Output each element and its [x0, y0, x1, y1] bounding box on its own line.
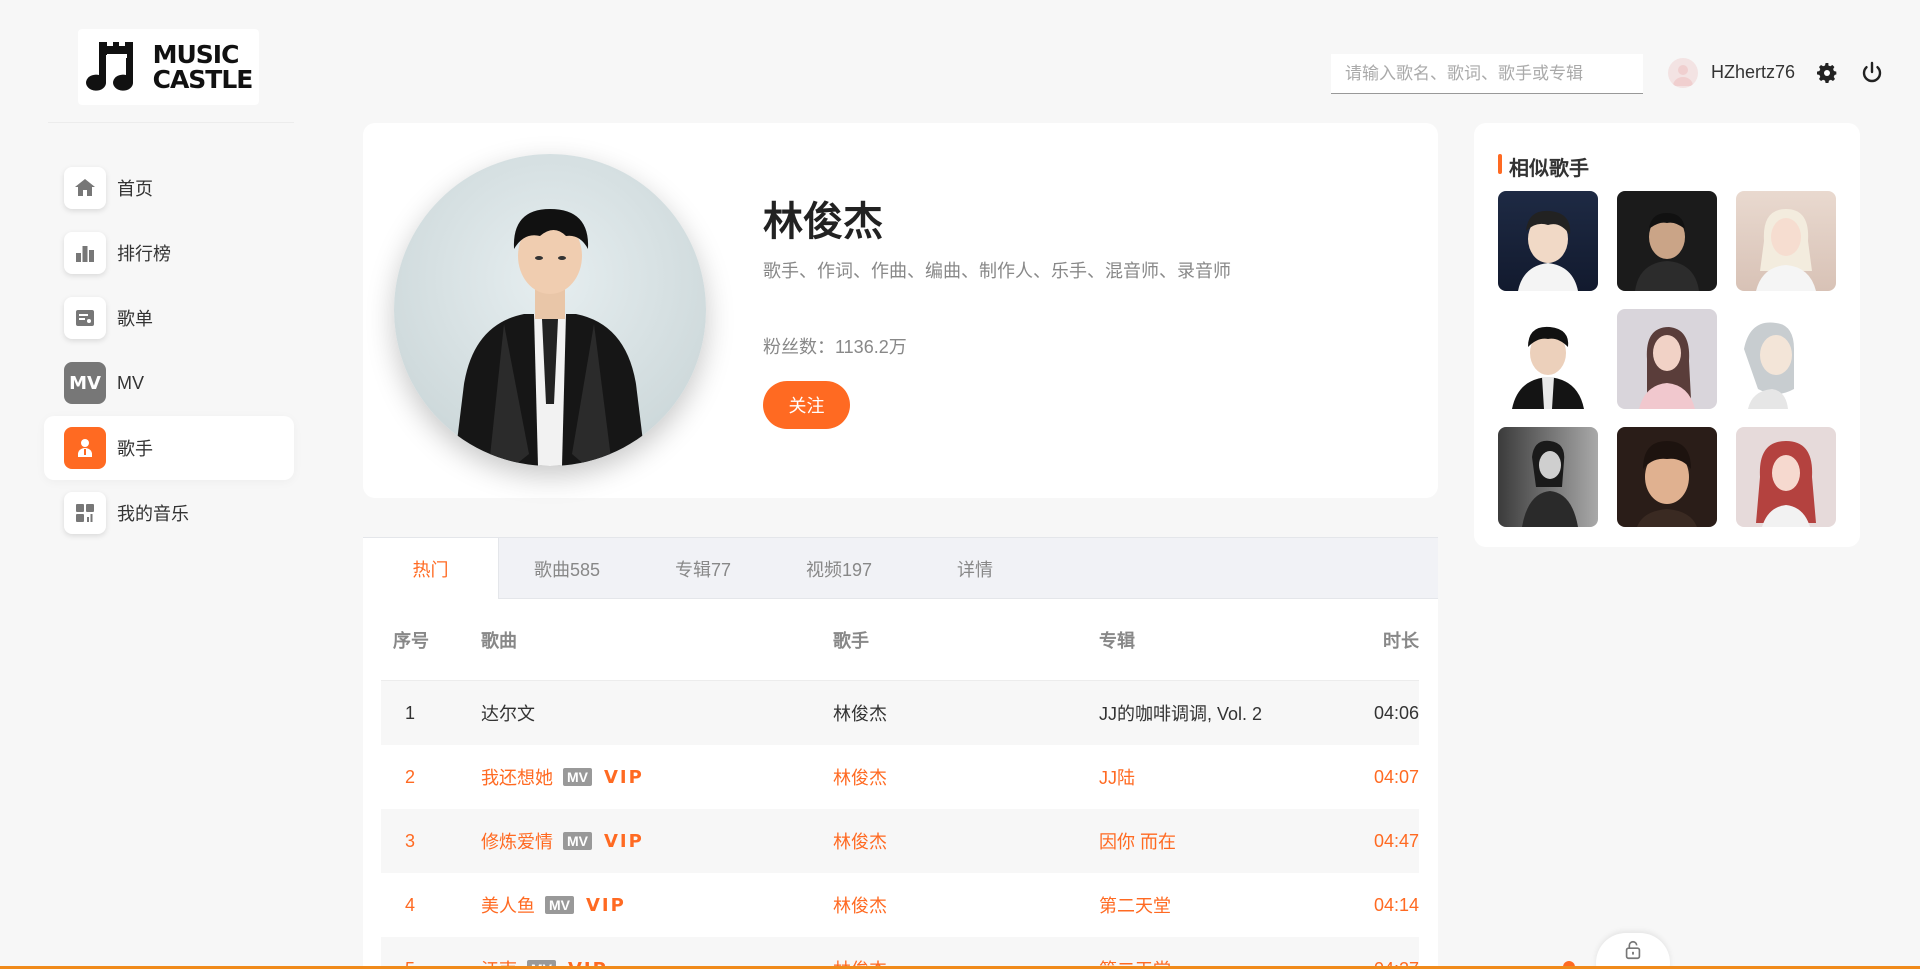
sidebar-item-singer[interactable]: 歌手	[44, 416, 294, 480]
row-duration: 04:06	[1373, 702, 1419, 723]
song-title[interactable]: 修炼爱情	[481, 828, 553, 854]
row-no: 4	[405, 894, 416, 915]
sidebar-item-mv[interactable]: MV MV	[44, 351, 294, 415]
row-no: 3	[405, 830, 416, 851]
row-album[interactable]: JJ陆	[1099, 764, 1339, 790]
username[interactable]: HZhertz76	[1711, 62, 1795, 83]
sidebar: 首页 排行榜 歌单 MV MV 歌手 我的音乐	[44, 156, 294, 546]
logo[interactable]: MUSIC CASTLE	[78, 29, 259, 105]
header-no: 序号	[393, 630, 429, 651]
sidebar-item-label: 歌手	[117, 439, 153, 459]
row-artist[interactable]: 林俊杰	[833, 828, 1099, 854]
row-no: 1	[405, 702, 416, 723]
similar-artist-thumb[interactable]	[1498, 427, 1598, 527]
home-icon	[64, 167, 106, 209]
row-duration: 04:07	[1373, 766, 1419, 787]
header-artist: 歌手	[833, 630, 869, 651]
row-song: 达尔文	[481, 700, 833, 726]
table-row[interactable]: 5 江南 MV VIP 林俊杰 第二天堂 04:27	[381, 937, 1419, 969]
unlock-icon	[1625, 940, 1641, 960]
row-no: 2	[405, 766, 416, 787]
sidebar-item-label: MV	[117, 372, 144, 393]
vip-badge: VIP	[586, 894, 626, 916]
artist-tabs: 热门 歌曲585 专辑77 视频197 详情	[363, 537, 1438, 600]
user-avatar[interactable]	[1668, 58, 1698, 88]
similar-artist-thumb[interactable]	[1617, 427, 1717, 527]
tab-albums[interactable]: 专辑77	[635, 538, 771, 599]
logo-text-line2: CASTLE	[152, 65, 254, 94]
sidebar-item-label: 我的音乐	[117, 504, 189, 524]
logo-text-line1: MUSIC	[152, 40, 240, 69]
similar-artist-thumb[interactable]	[1736, 191, 1836, 291]
singer-icon	[64, 427, 106, 469]
sidebar-item-home[interactable]: 首页	[44, 156, 294, 220]
sidebar-item-label: 歌单	[117, 309, 153, 329]
similar-artist-thumb[interactable]	[1617, 191, 1717, 291]
tab-details[interactable]: 详情	[907, 538, 1043, 599]
my-music-icon	[64, 492, 106, 534]
sidebar-item-label: 排行榜	[117, 244, 171, 264]
tab-videos[interactable]: 视频197	[771, 538, 907, 599]
chart-icon	[64, 232, 106, 274]
vip-badge: VIP	[604, 830, 644, 852]
search-input[interactable]	[1331, 54, 1643, 94]
table-row[interactable]: 4 美人鱼 MV VIP 林俊杰 第二天堂 04:14	[381, 873, 1419, 937]
song-table-area: 序号 歌曲 歌手 专辑 时长 1 达尔文 林俊杰 JJ的咖啡调调, Vol. 2…	[363, 599, 1438, 969]
mv-badge[interactable]: MV	[563, 768, 592, 786]
music-note-icon	[85, 42, 133, 91]
artist-fans-count: 粉丝数：1136.2万	[763, 337, 907, 357]
similar-artists-title: 相似歌手	[1498, 152, 1589, 181]
artist-name: 林俊杰	[763, 200, 883, 244]
song-title[interactable]: 美人鱼	[481, 892, 535, 918]
sidebar-divider	[48, 122, 294, 123]
player-lock-button[interactable]	[1596, 933, 1670, 969]
user-avatar-icon	[1673, 65, 1693, 86]
similar-artist-thumb[interactable]	[1736, 309, 1836, 409]
artist-photo	[394, 154, 706, 466]
mv-badge[interactable]: MV	[563, 832, 592, 850]
sidebar-item-my-music[interactable]: 我的音乐	[44, 481, 294, 545]
tab-hot[interactable]: 热门	[363, 538, 499, 600]
tab-songs[interactable]: 歌曲585	[499, 538, 635, 599]
playlist-icon	[64, 297, 106, 339]
sidebar-item-playlist[interactable]: 歌单	[44, 286, 294, 350]
row-artist[interactable]: 林俊杰	[833, 764, 1099, 790]
song-title[interactable]: 达尔文	[481, 700, 535, 726]
similar-artist-thumb[interactable]	[1617, 309, 1717, 409]
row-duration: 04:47	[1373, 830, 1419, 851]
song-title[interactable]: 我还想她	[481, 764, 553, 790]
similar-artist-thumb[interactable]	[1498, 191, 1598, 291]
header-album: 专辑	[1099, 630, 1135, 651]
table-row[interactable]: 1 达尔文 林俊杰 JJ的咖啡调调, Vol. 2 04:06	[381, 681, 1419, 745]
follow-button[interactable]: 关注	[763, 381, 850, 429]
header-song: 歌曲	[481, 630, 517, 651]
song-table: 序号 歌曲 歌手 专辑 时长 1 达尔文 林俊杰 JJ的咖啡调调, Vol. 2…	[381, 599, 1419, 969]
row-song: 美人鱼 MV VIP	[481, 892, 833, 918]
artist-profile-card: 林俊杰 歌手、作词、作曲、编曲、制作人、乐手、混音师、录音师 粉丝数：1136.…	[363, 123, 1438, 498]
row-song: 修炼爱情 MV VIP	[481, 828, 833, 854]
row-duration: 04:14	[1373, 894, 1419, 915]
gear-icon[interactable]	[1815, 61, 1839, 85]
row-album[interactable]: 第二天堂	[1099, 892, 1339, 918]
table-row[interactable]: 2 我还想她 MV VIP 林俊杰 JJ陆 04:07	[381, 745, 1419, 809]
row-artist[interactable]: 林俊杰	[833, 892, 1099, 918]
sidebar-item-ranking[interactable]: 排行榜	[44, 221, 294, 285]
similar-artists-card: 相似歌手	[1474, 123, 1860, 547]
header-duration: 时长	[1383, 630, 1419, 651]
table-header: 序号 歌曲 歌手 专辑 时长	[381, 599, 1419, 681]
similar-artist-thumb[interactable]	[1736, 427, 1836, 527]
mv-badge[interactable]: MV	[545, 896, 574, 914]
row-artist[interactable]: 林俊杰	[833, 700, 1099, 726]
row-album[interactable]: JJ的咖啡调调, Vol. 2	[1099, 700, 1339, 726]
sidebar-item-label: 首页	[117, 179, 153, 199]
vip-badge: VIP	[604, 766, 644, 788]
row-song: 我还想她 MV VIP	[481, 764, 833, 790]
mv-icon: MV	[64, 362, 106, 404]
artist-roles: 歌手、作词、作曲、编曲、制作人、乐手、混音师、录音师	[763, 261, 1231, 281]
similar-artist-thumb[interactable]	[1498, 309, 1598, 409]
power-icon[interactable]	[1860, 61, 1884, 85]
row-album[interactable]: 因你 而在	[1099, 828, 1339, 854]
table-row[interactable]: 3 修炼爱情 MV VIP 林俊杰 因你 而在 04:47	[381, 809, 1419, 873]
